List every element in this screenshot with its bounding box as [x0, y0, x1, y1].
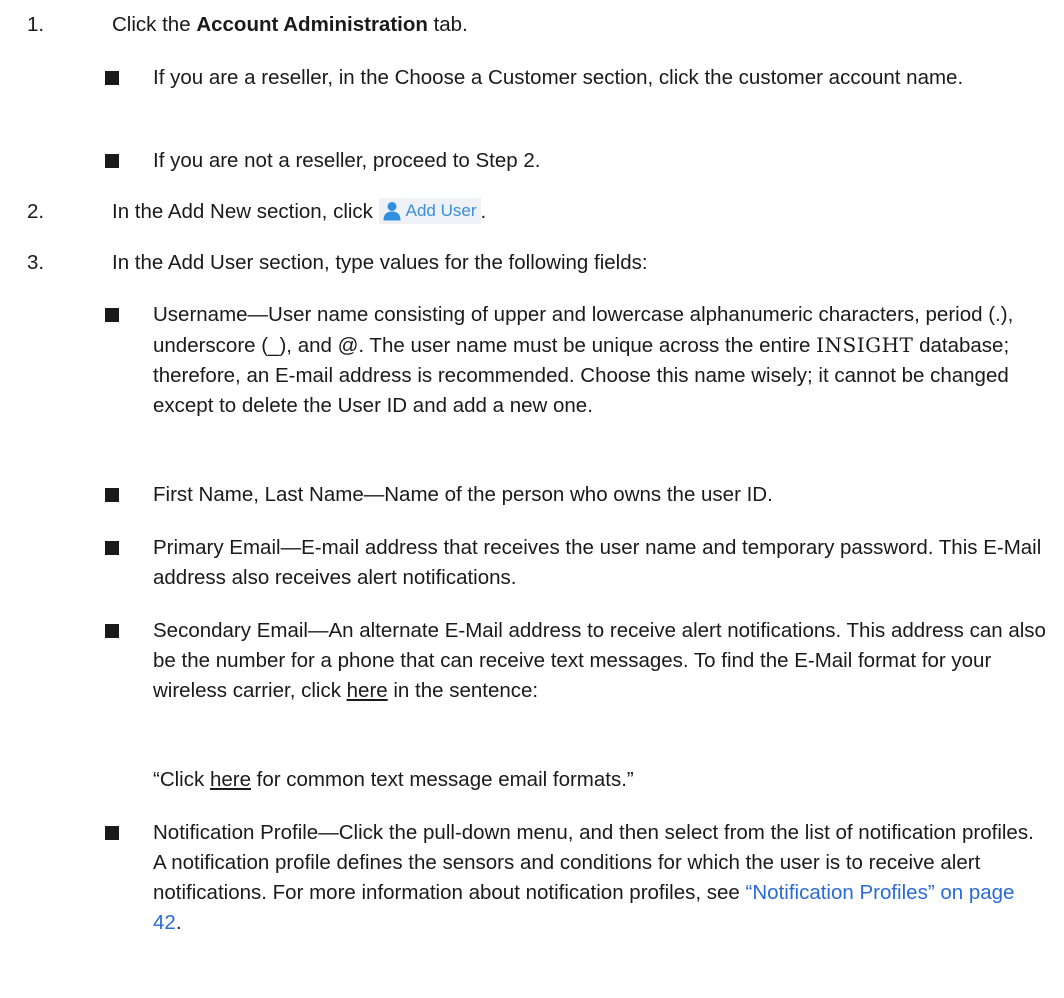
square-bullet-icon: [105, 154, 119, 168]
bullet-text: First Name, Last Name—Name of the person…: [153, 483, 773, 506]
quoted-sentence: “Click here for common text message emai…: [153, 768, 634, 791]
square-bullet-icon: [105, 624, 119, 638]
step-text: In the Add User section, type values for…: [112, 251, 648, 274]
brand-name: INSIGHT: [816, 333, 914, 357]
account-administration-tab-name: Account Administration: [196, 13, 428, 36]
square-bullet-icon: [105, 308, 119, 322]
square-bullet-icon: [105, 71, 119, 85]
step-number: 2.: [27, 200, 45, 223]
bullet-text: If you are a reseller, in the Choose a C…: [153, 66, 964, 89]
step-text: Click the Account Administration tab.: [112, 13, 468, 36]
square-bullet-icon: [105, 826, 119, 840]
bullet-text: Secondary Email—An alternate E-Mail addr…: [153, 619, 1046, 702]
user-icon: [383, 201, 401, 221]
bullet-text: Notification Profile—Click the pull-down…: [153, 821, 1034, 934]
here-link[interactable]: here: [347, 679, 388, 702]
bullet-text: Primary Email—E-mail address that receiv…: [153, 536, 1042, 589]
bullet-text: Username—User name consisting of upper a…: [153, 303, 1014, 417]
step-number: 1.: [27, 13, 45, 36]
square-bullet-icon: [105, 488, 119, 502]
add-user-button[interactable]: Add User: [378, 197, 481, 224]
here-link[interactable]: here: [210, 768, 251, 791]
step-text: In the Add New section, click Add User.: [112, 197, 486, 227]
square-bullet-icon: [105, 541, 119, 555]
step-number: 3.: [27, 251, 45, 274]
bullet-text: If you are not a reseller, proceed to St…: [153, 149, 541, 172]
add-user-label: Add User: [405, 200, 477, 220]
